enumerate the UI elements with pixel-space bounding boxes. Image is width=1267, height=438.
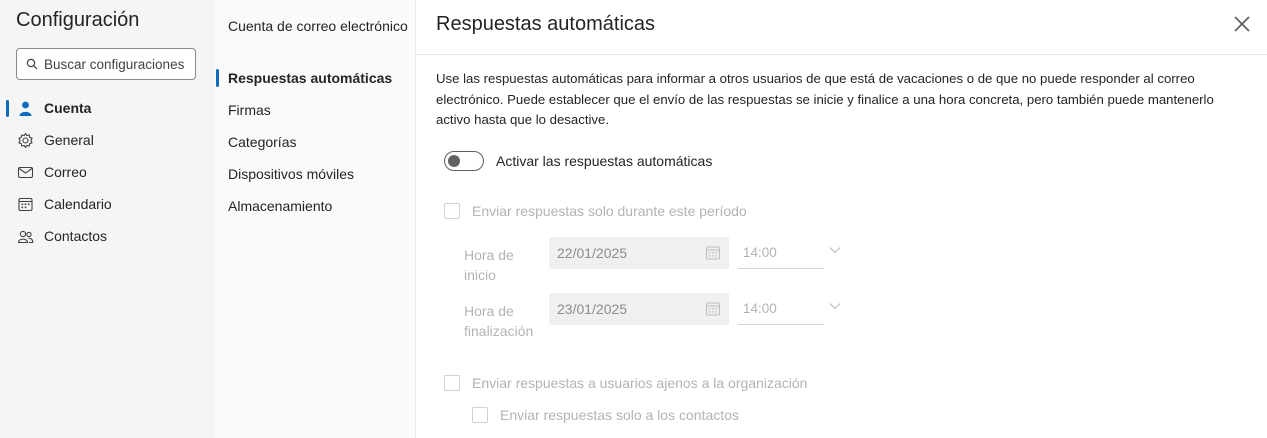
- search-input[interactable]: [44, 56, 194, 72]
- start-date-picker[interactable]: 22/01/2025: [549, 237, 729, 269]
- mail-icon: [17, 166, 34, 179]
- end-date-picker[interactable]: 23/01/2025: [549, 293, 729, 325]
- period-checkbox-label: Enviar respuestas solo durante este perí…: [472, 203, 747, 219]
- search-icon: [26, 58, 38, 70]
- calendar-icon: [18, 197, 33, 212]
- contacts-only-checkbox[interactable]: [472, 407, 488, 423]
- nav-item-general[interactable]: General: [0, 124, 215, 156]
- subnav-item-respuestas-automaticas[interactable]: Respuestas automáticas: [228, 68, 408, 88]
- nav-item-label: Cuenta: [44, 100, 92, 116]
- nav-item-contactos[interactable]: Contactos: [0, 220, 215, 252]
- chevron-down-icon[interactable]: [829, 302, 841, 310]
- period-checkbox[interactable]: [444, 203, 460, 219]
- people-icon: [17, 230, 34, 244]
- nav-item-calendario[interactable]: Calendario: [0, 188, 215, 220]
- subnav-item-categorias[interactable]: Categorías: [228, 132, 408, 152]
- description-text: Use las respuestas automáticas para info…: [436, 71, 1214, 127]
- end-time-label: Hora de finalización: [464, 303, 534, 339]
- page-title: Respuestas automáticas: [436, 13, 656, 35]
- person-icon: [19, 101, 32, 116]
- gear-icon: [18, 132, 33, 149]
- subnav-item-almacenamiento[interactable]: Almacenamiento: [228, 196, 408, 216]
- external-checkbox-label: Enviar respuestas a usuarios ajenos a la…: [472, 375, 808, 391]
- auto-replies-panel: Respuestas automáticas Use las respuesta…: [416, 0, 1267, 438]
- calendar-icon: [706, 302, 720, 316]
- toggle-knob: [448, 155, 460, 167]
- chevron-down-icon[interactable]: [829, 246, 841, 254]
- end-time-dropdown[interactable]: 14:00: [738, 293, 824, 325]
- settings-title: Configuración: [16, 9, 140, 31]
- header-divider: [416, 54, 1267, 55]
- start-time-value: 14:00: [743, 245, 777, 260]
- active-indicator: [6, 100, 9, 117]
- end-date-value: 23/01/2025: [557, 301, 628, 317]
- start-time-label: Hora de inicio: [464, 247, 514, 283]
- subnav-item-dispositivos-moviles[interactable]: Dispositivos móviles: [228, 164, 408, 184]
- nav-item-label: Calendario: [44, 196, 112, 212]
- settings-nav-pane: Configuración Cuenta General Correo Cale…: [0, 0, 215, 438]
- toggle-label: Activar las respuestas automáticas: [496, 153, 713, 169]
- contacts-only-checkbox-label: Enviar respuestas solo a los contactos: [500, 407, 739, 423]
- start-time-dropdown[interactable]: 14:00: [738, 237, 824, 269]
- nav-item-label: Contactos: [44, 228, 108, 244]
- subnav-item-firmas[interactable]: Firmas: [228, 100, 408, 120]
- account-subnav-pane: Cuenta de correo electrónico Respuestas …: [215, 0, 416, 438]
- nav-item-cuenta[interactable]: Cuenta: [0, 92, 215, 124]
- calendar-icon: [706, 246, 720, 260]
- start-date-value: 22/01/2025: [557, 245, 628, 261]
- nav-item-label: Correo: [44, 164, 87, 180]
- search-box[interactable]: [16, 48, 196, 80]
- subnav-item-cuenta-correo[interactable]: Cuenta de correo electrónico: [228, 16, 408, 36]
- nav-item-correo[interactable]: Correo: [0, 156, 215, 188]
- end-time-value: 14:00: [743, 301, 777, 316]
- close-icon[interactable]: [1231, 13, 1253, 35]
- subnav-active-indicator: [216, 69, 219, 87]
- auto-replies-toggle[interactable]: [444, 151, 484, 171]
- external-checkbox[interactable]: [444, 375, 460, 391]
- nav-item-label: General: [44, 132, 94, 148]
